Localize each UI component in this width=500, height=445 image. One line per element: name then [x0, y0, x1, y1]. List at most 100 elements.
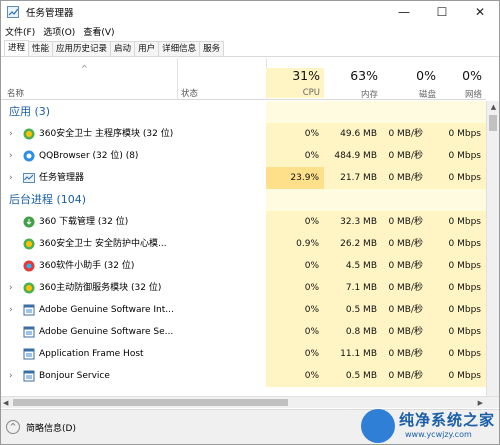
task-manager-icon: [23, 172, 35, 184]
process-mem: 11.1 MB: [340, 349, 377, 359]
process-row[interactable]: Adobe Genuine Software Se... 0% 0.8 MB 0 MB…: [1, 321, 486, 343]
process-net: 0 Mbps: [448, 371, 481, 381]
collapse-icon[interactable]: ^: [6, 420, 20, 434]
process-row[interactable]: Application Frame Host 0% 11.1 MB 0 MB/秒 0 M…: [1, 343, 486, 365]
fewer-details-link[interactable]: 简略信息(D): [26, 421, 76, 434]
process-row[interactable]: › Bonjour Service 0% 0.5 MB 0 MB/秒 0 Mbps: [1, 365, 486, 387]
tab-app-history[interactable]: 应用历史记录: [52, 41, 112, 56]
process-mem: 484.9 MB: [334, 151, 377, 161]
process-row[interactable]: 360 下载管理 (32 位) 0% 32.3 MB 0 MB/秒 0 Mbps: [1, 211, 486, 233]
process-row[interactable]: › 360安全卫士 主程序模块 (32 位) 0% 49.6 MB 0 MB/秒 0 Mb…: [1, 123, 486, 145]
menu-view[interactable]: 查看(V): [79, 25, 118, 38]
task-manager-app-icon: [7, 6, 19, 18]
process-net: 0 Mbps: [448, 217, 481, 227]
tab-strip: 进程 性能 应用历史记录 启动 用户 详细信息 服务: [1, 40, 499, 57]
column-name-header[interactable]: 名称: [7, 87, 24, 99]
tab-processes[interactable]: 进程: [4, 40, 30, 56]
chevron-right-icon[interactable]: ›: [9, 167, 13, 189]
process-name: 任务管理器: [39, 173, 85, 183]
process-net: 0 Mbps: [448, 239, 481, 249]
chevron-right-icon[interactable]: ›: [9, 123, 13, 145]
menu-options[interactable]: 选项(O): [39, 25, 79, 38]
360-safe-icon: [23, 238, 35, 250]
chevron-right-icon[interactable]: ›: [9, 299, 13, 321]
tab-performance[interactable]: 性能: [28, 41, 54, 56]
network-total: 0%: [462, 68, 482, 83]
service-app-icon: [23, 370, 35, 382]
window-title: 任务管理器: [26, 8, 74, 19]
scroll-left-icon[interactable]: ◀: [3, 397, 8, 409]
process-net: 0 Mbps: [448, 151, 481, 161]
process-row[interactable]: 360安全卫士 安全防护中心模... 0.9% 26.2 MB 0 MB/秒 0 Mbp…: [1, 233, 486, 255]
process-cpu: 0%: [304, 349, 319, 359]
service-app-icon: [23, 348, 35, 360]
process-name: 360主动防御服务模块 (32 位): [39, 283, 162, 293]
chevron-right-icon[interactable]: ›: [9, 365, 13, 387]
service-app-icon: [23, 326, 35, 338]
360-safe-icon: [23, 282, 35, 294]
process-row[interactable]: › 360主动防御服务模块 (32 位) 0% 7.1 MB 0 MB/秒 0 Mbps: [1, 277, 486, 299]
memory-total: 63%: [350, 68, 378, 83]
scroll-thumb-horizontal[interactable]: [13, 399, 288, 406]
tab-users[interactable]: 用户: [134, 41, 160, 56]
process-net: 0 Mbps: [448, 129, 481, 139]
cpu-label: CPU: [302, 88, 320, 98]
tab-details[interactable]: 详细信息: [158, 41, 201, 56]
process-row[interactable]: › 任务管理器 23.9% 21.7 MB 0 MB/秒 0 Mbps: [1, 167, 486, 189]
column-status-header[interactable]: 状态: [181, 87, 198, 99]
process-disk: 0 MB/秒: [388, 305, 423, 315]
tab-startup[interactable]: 启动: [110, 41, 136, 56]
process-cpu: 0%: [304, 371, 319, 381]
watermark: 纯净系统之家 www.ycwjzy.com: [359, 405, 499, 444]
minimize-button[interactable]: —: [385, 1, 423, 23]
process-mem: 21.7 MB: [340, 173, 377, 183]
process-name: Bonjour Service: [39, 371, 110, 381]
process-net: 0 Mbps: [448, 349, 481, 359]
process-mem: 0.5 MB: [345, 305, 377, 315]
chevron-right-icon[interactable]: ›: [9, 145, 13, 167]
360-safe-icon: [23, 128, 35, 140]
process-cpu: 0%: [304, 151, 319, 161]
process-name: Adobe Genuine Software Int...: [39, 305, 174, 315]
process-row[interactable]: › Adobe Genuine Software Int... 0% 0.5 MB 0 …: [1, 299, 486, 321]
360-helper-icon: [23, 260, 35, 272]
process-mem: 32.3 MB: [340, 217, 377, 227]
menu-file[interactable]: 文件(F): [1, 25, 39, 38]
maximize-button[interactable]: ☐: [423, 1, 461, 23]
scroll-up-icon[interactable]: ▲: [487, 101, 499, 113]
process-cpu: 0%: [304, 283, 319, 293]
process-net: 0 Mbps: [448, 173, 481, 183]
process-cpu: 0%: [304, 129, 319, 139]
process-disk: 0 MB/秒: [388, 327, 423, 337]
process-mem: 26.2 MB: [340, 239, 377, 249]
process-disk: 0 MB/秒: [388, 129, 423, 139]
chevron-right-icon[interactable]: ›: [9, 277, 13, 299]
process-disk: 0 MB/秒: [388, 371, 423, 381]
column-divider[interactable]: [177, 58, 178, 100]
heat-strip: [266, 101, 486, 123]
column-memory-header[interactable]: 63% 内存: [324, 68, 382, 100]
watermark-url: www.ycwjzy.com: [405, 430, 472, 439]
close-button[interactable]: ✕: [461, 1, 499, 23]
column-network-header[interactable]: 0% 网络: [428, 68, 486, 100]
process-cpu: 0%: [304, 261, 319, 271]
process-cpu: 0%: [304, 327, 319, 337]
process-mem: 49.6 MB: [340, 129, 377, 139]
process-cpu: 23.9%: [290, 173, 319, 183]
process-cpu: 0%: [304, 217, 319, 227]
process-mem: 0.8 MB: [345, 327, 377, 337]
process-name: 360安全卫士 主程序模块 (32 位): [39, 129, 174, 139]
vertical-scrollbar[interactable]: ▲: [486, 101, 499, 396]
360-download-icon: [23, 216, 35, 228]
watermark-logo: [361, 409, 395, 443]
column-cpu-header[interactable]: 31% CPU: [266, 68, 324, 98]
title-bar: 任务管理器 — ☐ ✕: [1, 1, 499, 23]
process-row[interactable]: › QQBrowser (32 位) (8) 0% 484.9 MB 0 MB/秒 0 M…: [1, 145, 486, 167]
process-row[interactable]: 360软件小助手 (32 位) 0% 4.5 MB 0 MB/秒 0 Mbps: [1, 255, 486, 277]
process-disk: 0 MB/秒: [388, 349, 423, 359]
scroll-thumb[interactable]: [489, 115, 497, 131]
tab-services[interactable]: 服务: [199, 41, 225, 56]
process-cpu: 0.9%: [296, 239, 319, 249]
window-controls: — ☐ ✕: [385, 1, 499, 23]
process-disk: 0 MB/秒: [388, 151, 423, 161]
